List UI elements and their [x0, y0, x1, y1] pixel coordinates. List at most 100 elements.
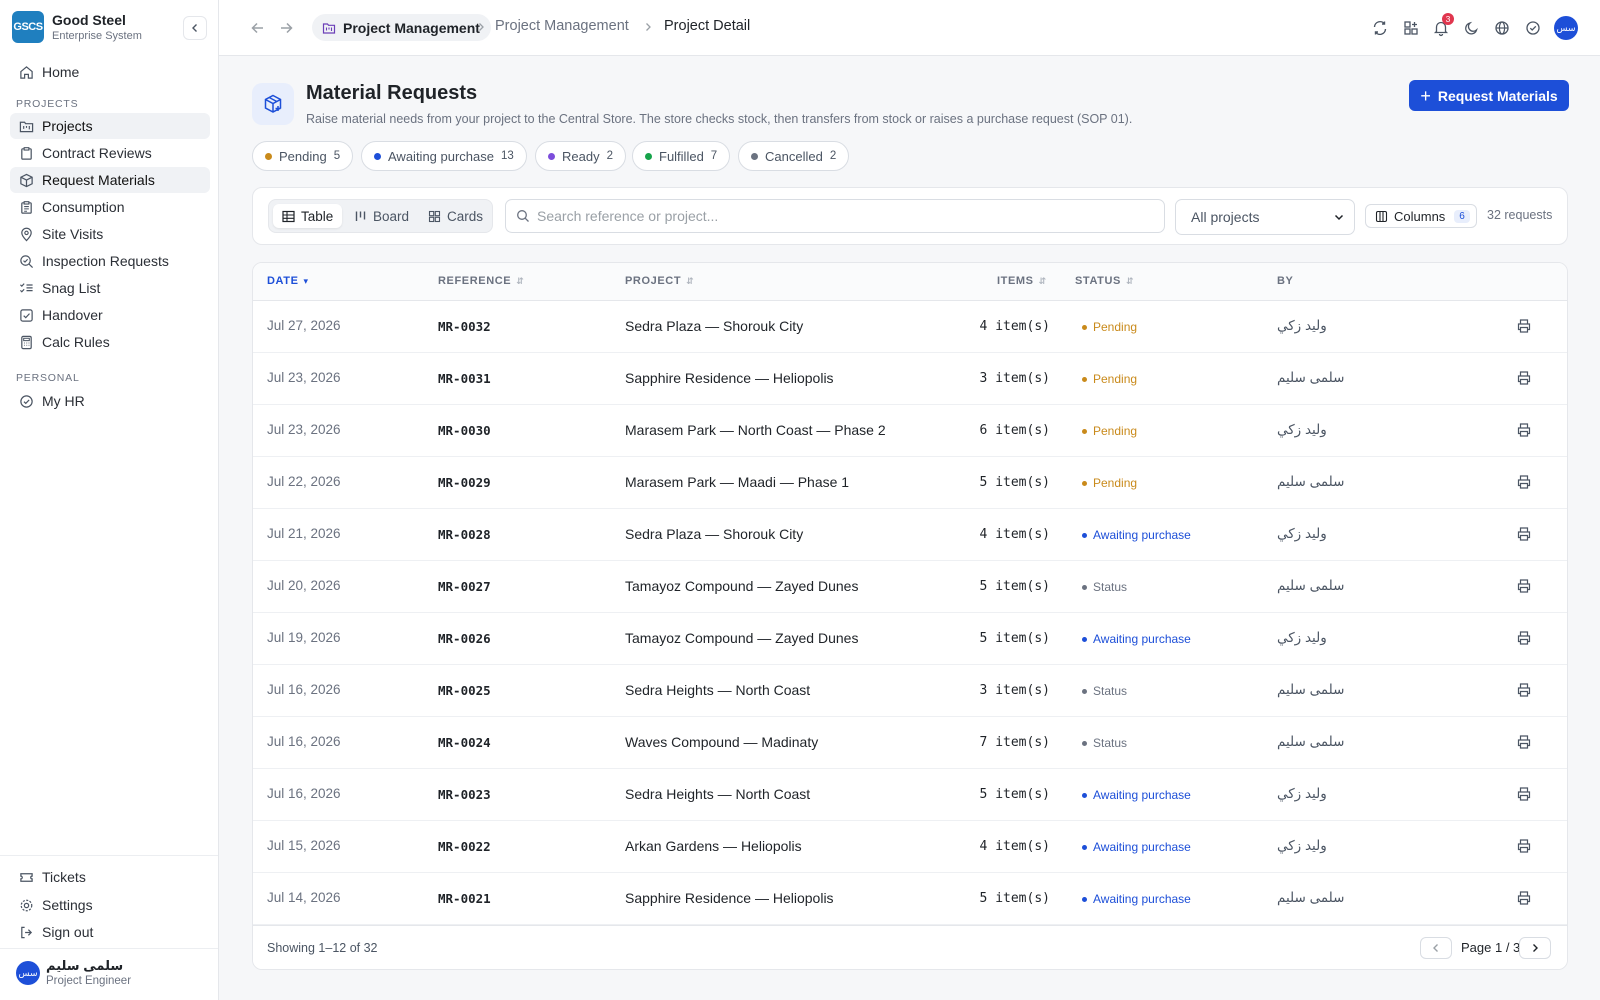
printer-icon[interactable]: [1516, 630, 1532, 646]
status-label: Pending: [1093, 424, 1138, 438]
printer-icon[interactable]: [1516, 422, 1532, 438]
forward-arrow-icon[interactable]: [277, 19, 295, 37]
sidebar-item-settings[interactable]: Settings: [10, 892, 210, 918]
breadcrumb-root[interactable]: Project Management: [312, 14, 491, 41]
printer-icon[interactable]: [1516, 370, 1532, 386]
sidebar-item-inspection-requests[interactable]: Inspection Requests: [10, 248, 210, 274]
printer-icon[interactable]: [1516, 578, 1532, 594]
filter-chip-awaiting-purchase[interactable]: Awaiting purchase 13: [361, 141, 527, 171]
avatar[interactable]: سس: [1554, 16, 1578, 40]
sidebar-item-consumption[interactable]: Consumption: [10, 194, 210, 220]
table-row[interactable]: Jul 16, 2026 MR-0025 Sedra Heights — North…: [253, 665, 1567, 717]
chevron-right-icon: [1533, 944, 1538, 952]
sidebar-item-sign-out[interactable]: Sign out: [10, 919, 210, 945]
cell-reference[interactable]: MR-0023: [438, 787, 491, 802]
search-input[interactable]: [537, 208, 1137, 224]
sidebar-item-request-materials[interactable]: Request Materials: [10, 167, 210, 193]
page-indicator: Page 1 / 3: [1461, 940, 1521, 955]
sidebar-item-contract-reviews[interactable]: Contract Reviews: [10, 140, 210, 166]
view-cards-button[interactable]: Cards: [419, 204, 492, 228]
breadcrumb-mid[interactable]: Project Management: [495, 18, 629, 34]
column-header-items[interactable]: ITEMS ⇵: [997, 275, 1047, 287]
columns-button[interactable]: Columns 6: [1365, 204, 1477, 228]
sidebar-item-snag-list[interactable]: Snag List: [10, 275, 210, 301]
circle-check-icon[interactable]: [1524, 19, 1542, 37]
table-row[interactable]: Jul 27, 2026 MR-0032 Sedra Plaza — Shorouk…: [253, 301, 1567, 353]
printer-icon[interactable]: [1516, 734, 1532, 750]
printer-icon[interactable]: [1516, 318, 1532, 334]
map-pin-icon: [21, 227, 32, 241]
globe-icon[interactable]: [1493, 19, 1511, 37]
view-board-button[interactable]: Board: [345, 204, 418, 228]
table-row[interactable]: Jul 23, 2026 MR-0031 Sapphire Residence — …: [253, 353, 1567, 405]
cell-reference[interactable]: MR-0029: [438, 475, 491, 490]
table-row[interactable]: Jul 22, 2026 MR-0029 Marasem Park — Maadi …: [253, 457, 1567, 509]
user-profile[interactable]: سس سلمى سليم Project Engineer: [16, 958, 131, 988]
sidebar-item-calc-rules[interactable]: Calc Rules: [10, 329, 210, 355]
table-row[interactable]: Jul 19, 2026 MR-0026 Tamayoz Compound — Za…: [253, 613, 1567, 665]
brand[interactable]: GSCS Good Steel Enterprise System: [12, 11, 142, 43]
printer-icon[interactable]: [1516, 526, 1532, 542]
table-row[interactable]: Jul 16, 2026 MR-0023 Sedra Heights — North…: [253, 769, 1567, 821]
column-header-date[interactable]: DATE ▾: [267, 275, 309, 287]
collapse-sidebar-button[interactable]: [183, 16, 207, 40]
column-header-status[interactable]: STATUS ⇵: [1075, 275, 1134, 287]
status-badge: Pending: [1082, 476, 1137, 490]
cell-date: Jul 21, 2026: [267, 526, 341, 541]
cell-reference[interactable]: MR-0026: [438, 631, 491, 646]
brand-logo: GSCS: [12, 11, 44, 43]
cell-items: 5 item(s): [979, 631, 1050, 646]
filter-chip-cancelled[interactable]: Cancelled 2: [738, 141, 850, 171]
cell-reference[interactable]: MR-0031: [438, 371, 491, 386]
cell-date: Jul 20, 2026: [267, 578, 341, 593]
printer-icon[interactable]: [1516, 890, 1532, 906]
sidebar-item-home[interactable]: Home: [10, 59, 210, 85]
status-badge: Pending: [1082, 372, 1137, 386]
refresh-icon[interactable]: [1371, 19, 1389, 37]
notification-badge: 3: [1442, 13, 1454, 25]
printer-icon[interactable]: [1516, 474, 1532, 490]
cell-by: وليد زكي: [1277, 318, 1327, 333]
cell-reference[interactable]: MR-0027: [438, 579, 491, 594]
column-header-project[interactable]: PROJECT ⇵: [625, 275, 694, 287]
cell-reference[interactable]: MR-0028: [438, 527, 491, 542]
project-filter-select[interactable]: All projects: [1175, 199, 1355, 235]
sidebar-section-projects: PROJECTS: [16, 98, 79, 110]
table-icon: [282, 210, 295, 222]
filter-chip-ready[interactable]: Ready 2: [535, 141, 626, 171]
cell-reference[interactable]: MR-0022: [438, 839, 491, 854]
cell-reference[interactable]: MR-0025: [438, 683, 491, 698]
filter-chip-pending[interactable]: Pending 5: [252, 141, 354, 171]
cell-reference[interactable]: MR-0030: [438, 423, 491, 438]
sidebar-item-my-hr[interactable]: My HR: [10, 388, 210, 414]
sidebar-item-tickets[interactable]: Tickets: [10, 864, 210, 890]
cell-by: وليد زكي: [1277, 422, 1327, 437]
layout-grid-icon[interactable]: [1402, 19, 1420, 37]
table-row[interactable]: Jul 15, 2026 MR-0022 Arkan Gardens — Helio…: [253, 821, 1567, 873]
table-row[interactable]: Jul 20, 2026 MR-0027 Tamayoz Compound — Za…: [253, 561, 1567, 613]
sidebar-item-handover[interactable]: Handover: [10, 302, 210, 328]
table-row[interactable]: Jul 14, 2026 MR-0021 Sapphire Residence — …: [253, 873, 1567, 925]
view-table-button[interactable]: Table: [273, 204, 343, 228]
printer-icon[interactable]: [1516, 838, 1532, 854]
back-arrow-icon[interactable]: [249, 19, 267, 37]
request-materials-button[interactable]: + Request Materials: [1409, 80, 1569, 111]
table-row[interactable]: Jul 21, 2026 MR-0028 Sedra Plaza — Shorouk…: [253, 509, 1567, 561]
next-page-button[interactable]: [1519, 937, 1551, 959]
table-row[interactable]: Jul 16, 2026 MR-0024 Waves Compound — Madi…: [253, 717, 1567, 769]
table-row[interactable]: Jul 23, 2026 MR-0030 Marasem Park — North …: [253, 405, 1567, 457]
column-header-reference[interactable]: REFERENCE ⇵: [438, 275, 524, 287]
cell-reference[interactable]: MR-0032: [438, 319, 491, 334]
prev-page-button[interactable]: [1420, 937, 1452, 959]
filter-chip-fulfilled[interactable]: Fulfilled 7: [632, 141, 731, 171]
sort-icon: ⇵: [516, 275, 525, 286]
printer-icon[interactable]: [1516, 682, 1532, 698]
chevron-left-icon: [1433, 944, 1438, 952]
printer-icon[interactable]: [1516, 786, 1532, 802]
sidebar-item-site-visits[interactable]: Site Visits: [10, 221, 210, 247]
sidebar-item-projects[interactable]: Projects: [10, 113, 210, 139]
status-dot: [1082, 844, 1087, 850]
moon-icon[interactable]: [1463, 19, 1481, 37]
cell-reference[interactable]: MR-0021: [438, 891, 491, 906]
cell-reference[interactable]: MR-0024: [438, 735, 491, 750]
